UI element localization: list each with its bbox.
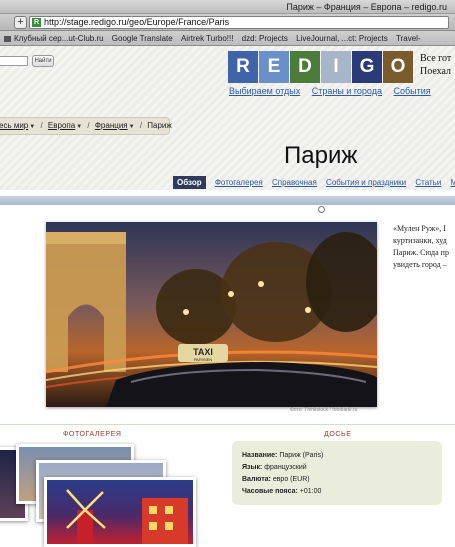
logo-tile: D	[290, 51, 320, 83]
tab-events[interactable]: События и праздники	[326, 178, 406, 187]
tab-more[interactable]: Ме	[451, 178, 455, 187]
bookmark-item[interactable]: Airtrek Turbo!!!	[181, 31, 233, 45]
taxi-sign-text: TAXI	[193, 347, 213, 357]
page-title: Париж	[284, 142, 358, 169]
site-favicon-icon: R	[32, 18, 41, 27]
chevron-down-icon[interactable]: ▼	[29, 124, 35, 130]
search-input[interactable]	[0, 56, 28, 66]
section-tabs: Обзор Фотогалерея Справочная События и п…	[173, 176, 455, 189]
gallery-thumbnail[interactable]	[44, 477, 196, 547]
window-titlebar: Париж – Франция – Европа – redigo.ru	[0, 0, 455, 14]
section-divider	[0, 424, 455, 425]
breadcrumb: есь мир▼ / Европа▼ / Франция▼ / Париж	[0, 117, 172, 135]
logo-tile: O	[383, 51, 413, 83]
photo-caption: Фото: Thinkstock / fotobank.ru	[290, 407, 358, 413]
intro-text: «Мулен Руж», I куртизанки, худ Париж. Сю…	[393, 224, 449, 269]
slider-handle[interactable]	[318, 206, 325, 213]
window-title: Париж – Франция – Европа – redigo.ru	[286, 2, 447, 12]
nav-link-events[interactable]: События	[394, 86, 431, 96]
bookmark-item[interactable]: Travel-	[396, 31, 421, 45]
chevron-down-icon[interactable]: ▼	[76, 124, 82, 130]
breadcrumb-item-world[interactable]: есь мир	[0, 121, 28, 130]
address-bar[interactable]: R http://stage.redigo.ru/geo/Europe/Fran…	[29, 16, 449, 29]
breadcrumb-current: Париж	[147, 121, 172, 130]
tab-reference[interactable]: Справочная	[272, 178, 317, 187]
dossier-box: Название: Париж (Paris) Язык: французски…	[232, 441, 442, 505]
bookmark-item[interactable]: LiveJournal, ...ct: Projects	[296, 31, 388, 45]
hero-photo[interactable]: TAXI PARISIEN	[46, 222, 377, 407]
bookmarks-bar: Клубный сер...ut-Club.ru Google Translat…	[0, 31, 455, 46]
dossier-row-language: Язык: французский	[242, 464, 307, 471]
nav-link-countries[interactable]: Страны и города	[312, 86, 382, 96]
paris-night-street-illustration: TAXI PARISIEN	[46, 222, 377, 407]
moulin-rouge-illustration	[66, 489, 188, 544]
add-tab-button[interactable]: +	[14, 16, 27, 29]
logo-tile: R	[228, 51, 258, 83]
logo-tile: I	[321, 51, 351, 83]
bookmark-folder-icon	[4, 35, 11, 42]
tab-overview[interactable]: Обзор	[173, 176, 206, 189]
taxi-sign-subtext: PARISIEN	[194, 357, 212, 362]
dossier-row-name: Название: Париж (Paris)	[242, 452, 324, 459]
search-button[interactable]: Найти	[32, 55, 54, 67]
nav-link-vacation[interactable]: Выбираем отдых	[229, 86, 300, 96]
divider-band	[0, 196, 455, 205]
redigo-logo[interactable]: R E D I G O	[228, 51, 414, 83]
url-text: http://stage.redigo.ru/geo/Europe/France…	[44, 17, 230, 27]
logo-tile: E	[259, 51, 289, 83]
breadcrumb-item-france[interactable]: Франция	[95, 121, 128, 130]
top-navigation: Выбираем отдых Страны и города События	[229, 86, 440, 96]
bookmark-item[interactable]: Клубный сер...ut-Club.ru	[4, 31, 104, 45]
gallery-heading: ФОТОГАЛЕРЕЯ	[63, 431, 122, 438]
logo-tile: G	[352, 51, 382, 83]
web-page: Найти R E D I G O Все гот Поехал Выбирае…	[0, 46, 455, 547]
bookmark-item[interactable]: dzd: Projects	[242, 31, 288, 45]
chevron-down-icon[interactable]: ▼	[129, 124, 135, 130]
bookmark-item[interactable]: Google Translate	[112, 31, 173, 45]
breadcrumb-item-europe[interactable]: Европа	[48, 121, 75, 130]
dossier-row-currency: Валюта: евро (EUR)	[242, 476, 310, 483]
tab-articles[interactable]: Статьи	[415, 178, 441, 187]
header-tagline: Все гот Поехал	[420, 53, 452, 77]
dossier-row-timezone: Часовые пояса: +01:00	[242, 488, 322, 495]
browser-toolbar: + R http://stage.redigo.ru/geo/Europe/Fr…	[0, 14, 455, 31]
tab-photogallery[interactable]: Фотогалерея	[215, 178, 263, 187]
dossier-heading: ДОСЬЕ	[324, 431, 352, 438]
